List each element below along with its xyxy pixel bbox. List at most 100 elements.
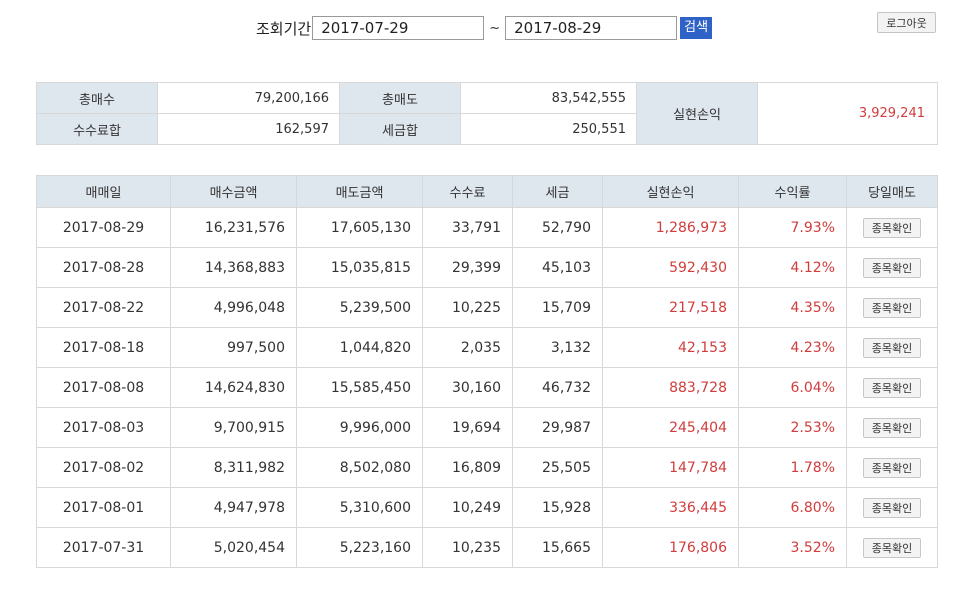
check-stocks-button[interactable]: 종목확인: [862, 297, 922, 318]
return-rate-cell: 4.35%: [738, 287, 847, 328]
check-stocks-button[interactable]: 종목확인: [862, 497, 922, 518]
realized-profit-cell: 42,153: [602, 327, 739, 368]
return-rate-cell: 6.80%: [738, 487, 847, 528]
table-row: 2017-08-22 4,996,048 5,239,500 10,225 15…: [36, 287, 938, 328]
header-same-day-sell: 당일매도: [846, 175, 938, 208]
tax-total-value: 250,551: [460, 113, 637, 145]
trade-date-cell: 2017-08-29: [36, 207, 171, 248]
fee-cell: 19,694: [422, 407, 513, 448]
check-stocks-button[interactable]: 종목확인: [862, 537, 922, 558]
sell-amount-cell: 17,605,130: [296, 207, 423, 248]
return-rate-cell: 7.93%: [738, 207, 847, 248]
trade-table: 매매일 매수금액 매도금액 수수료 세금 실현손익 수익률 당일매도 2017-…: [36, 175, 938, 568]
realized-profit-cell: 147,784: [602, 447, 739, 488]
check-stocks-button[interactable]: 종목확인: [862, 257, 922, 278]
return-rate-cell: 2.53%: [738, 407, 847, 448]
buy-amount-cell: 8,311,982: [170, 447, 297, 488]
date-separator: ~: [489, 20, 501, 36]
trade-date-cell: 2017-07-31: [36, 527, 171, 568]
buy-amount-cell: 4,996,048: [170, 287, 297, 328]
tax-cell: 46,732: [512, 367, 603, 408]
tax-cell: 25,505: [512, 447, 603, 488]
summary-row-1: 총매수 79,200,166 총매도 83,542,555 실현손익 3,929…: [36, 82, 938, 145]
buy-amount-cell: 9,700,915: [170, 407, 297, 448]
check-stocks-button[interactable]: 종목확인: [862, 457, 922, 478]
trade-date-cell: 2017-08-28: [36, 247, 171, 288]
check-stocks-button[interactable]: 종목확인: [862, 417, 922, 438]
table-row: 2017-08-02 8,311,982 8,502,080 16,809 25…: [36, 447, 938, 488]
table-row: 2017-08-01 4,947,978 5,310,600 10,249 15…: [36, 487, 938, 528]
sell-amount-cell: 5,310,600: [296, 487, 423, 528]
total-sell-label: 총매도: [339, 82, 461, 114]
realized-profit-value: 3,929,241: [757, 82, 938, 145]
buy-amount-cell: 16,231,576: [170, 207, 297, 248]
buy-amount-cell: 14,368,883: [170, 247, 297, 288]
total-buy-value: 79,200,166: [157, 82, 340, 114]
action-cell: 종목확인: [846, 247, 938, 288]
tax-cell: 29,987: [512, 407, 603, 448]
trade-date-cell: 2017-08-01: [36, 487, 171, 528]
tax-cell: 15,709: [512, 287, 603, 328]
table-header-row: 매매일 매수금액 매도금액 수수료 세금 실현손익 수익률 당일매도: [36, 175, 938, 208]
summary-table: 총매수 79,200,166 총매도 83,542,555 실현손익 3,929…: [36, 82, 938, 145]
table-row: 2017-08-28 14,368,883 15,035,815 29,399 …: [36, 247, 938, 288]
tax-cell: 52,790: [512, 207, 603, 248]
logout-button[interactable]: 로그아웃: [877, 12, 936, 33]
action-cell: 종목확인: [846, 487, 938, 528]
return-rate-cell: 4.12%: [738, 247, 847, 288]
sell-amount-cell: 5,239,500: [296, 287, 423, 328]
trade-date-cell: 2017-08-22: [36, 287, 171, 328]
search-period-row: 조회기간 ~ 검색: [256, 15, 713, 41]
end-date-input[interactable]: [505, 16, 678, 40]
fee-cell: 33,791: [422, 207, 513, 248]
sell-amount-cell: 9,996,000: [296, 407, 423, 448]
header-realized-profit: 실현손익: [602, 175, 739, 208]
search-button[interactable]: 검색: [680, 17, 713, 39]
tax-total-label: 세금합: [339, 113, 461, 145]
header-fee: 수수료: [422, 175, 513, 208]
sell-amount-cell: 1,044,820: [296, 327, 423, 368]
header-sell-amount: 매도금액: [296, 175, 423, 208]
fee-cell: 2,035: [422, 327, 513, 368]
buy-amount-cell: 997,500: [170, 327, 297, 368]
fee-cell: 29,399: [422, 247, 513, 288]
sell-amount-cell: 15,585,450: [296, 367, 423, 408]
sell-amount-cell: 15,035,815: [296, 247, 423, 288]
action-cell: 종목확인: [846, 447, 938, 488]
realized-profit-label: 실현손익: [636, 82, 758, 145]
fee-cell: 10,249: [422, 487, 513, 528]
sell-amount-cell: 8,502,080: [296, 447, 423, 488]
table-row: 2017-08-18 997,500 1,044,820 2,035 3,132…: [36, 327, 938, 368]
period-label: 조회기간: [256, 19, 312, 38]
tax-cell: 3,132: [512, 327, 603, 368]
table-row: 2017-07-31 5,020,454 5,223,160 10,235 15…: [36, 527, 938, 568]
table-row: 2017-08-29 16,231,576 17,605,130 33,791 …: [36, 207, 938, 248]
action-cell: 종목확인: [846, 367, 938, 408]
trade-date-cell: 2017-08-02: [36, 447, 171, 488]
action-cell: 종목확인: [846, 327, 938, 368]
return-rate-cell: 4.23%: [738, 327, 847, 368]
realized-profit-cell: 592,430: [602, 247, 739, 288]
start-date-input[interactable]: [312, 16, 485, 40]
trade-date-cell: 2017-08-18: [36, 327, 171, 368]
check-stocks-button[interactable]: 종목확인: [862, 217, 922, 238]
return-rate-cell: 6.04%: [738, 367, 847, 408]
fee-total-label: 수수료합: [36, 113, 158, 145]
total-buy-label: 총매수: [36, 82, 158, 114]
header-trade-date: 매매일: [36, 175, 171, 208]
fee-cell: 10,235: [422, 527, 513, 568]
fee-cell: 16,809: [422, 447, 513, 488]
realized-profit-cell: 217,518: [602, 287, 739, 328]
check-stocks-button[interactable]: 종목확인: [862, 337, 922, 358]
total-sell-value: 83,542,555: [460, 82, 637, 114]
realized-profit-cell: 336,445: [602, 487, 739, 528]
tax-cell: 45,103: [512, 247, 603, 288]
buy-amount-cell: 4,947,978: [170, 487, 297, 528]
header-return-rate: 수익률: [738, 175, 847, 208]
tax-cell: 15,665: [512, 527, 603, 568]
trade-date-cell: 2017-08-08: [36, 367, 171, 408]
buy-amount-cell: 14,624,830: [170, 367, 297, 408]
buy-amount-cell: 5,020,454: [170, 527, 297, 568]
fee-cell: 10,225: [422, 287, 513, 328]
check-stocks-button[interactable]: 종목확인: [862, 377, 922, 398]
